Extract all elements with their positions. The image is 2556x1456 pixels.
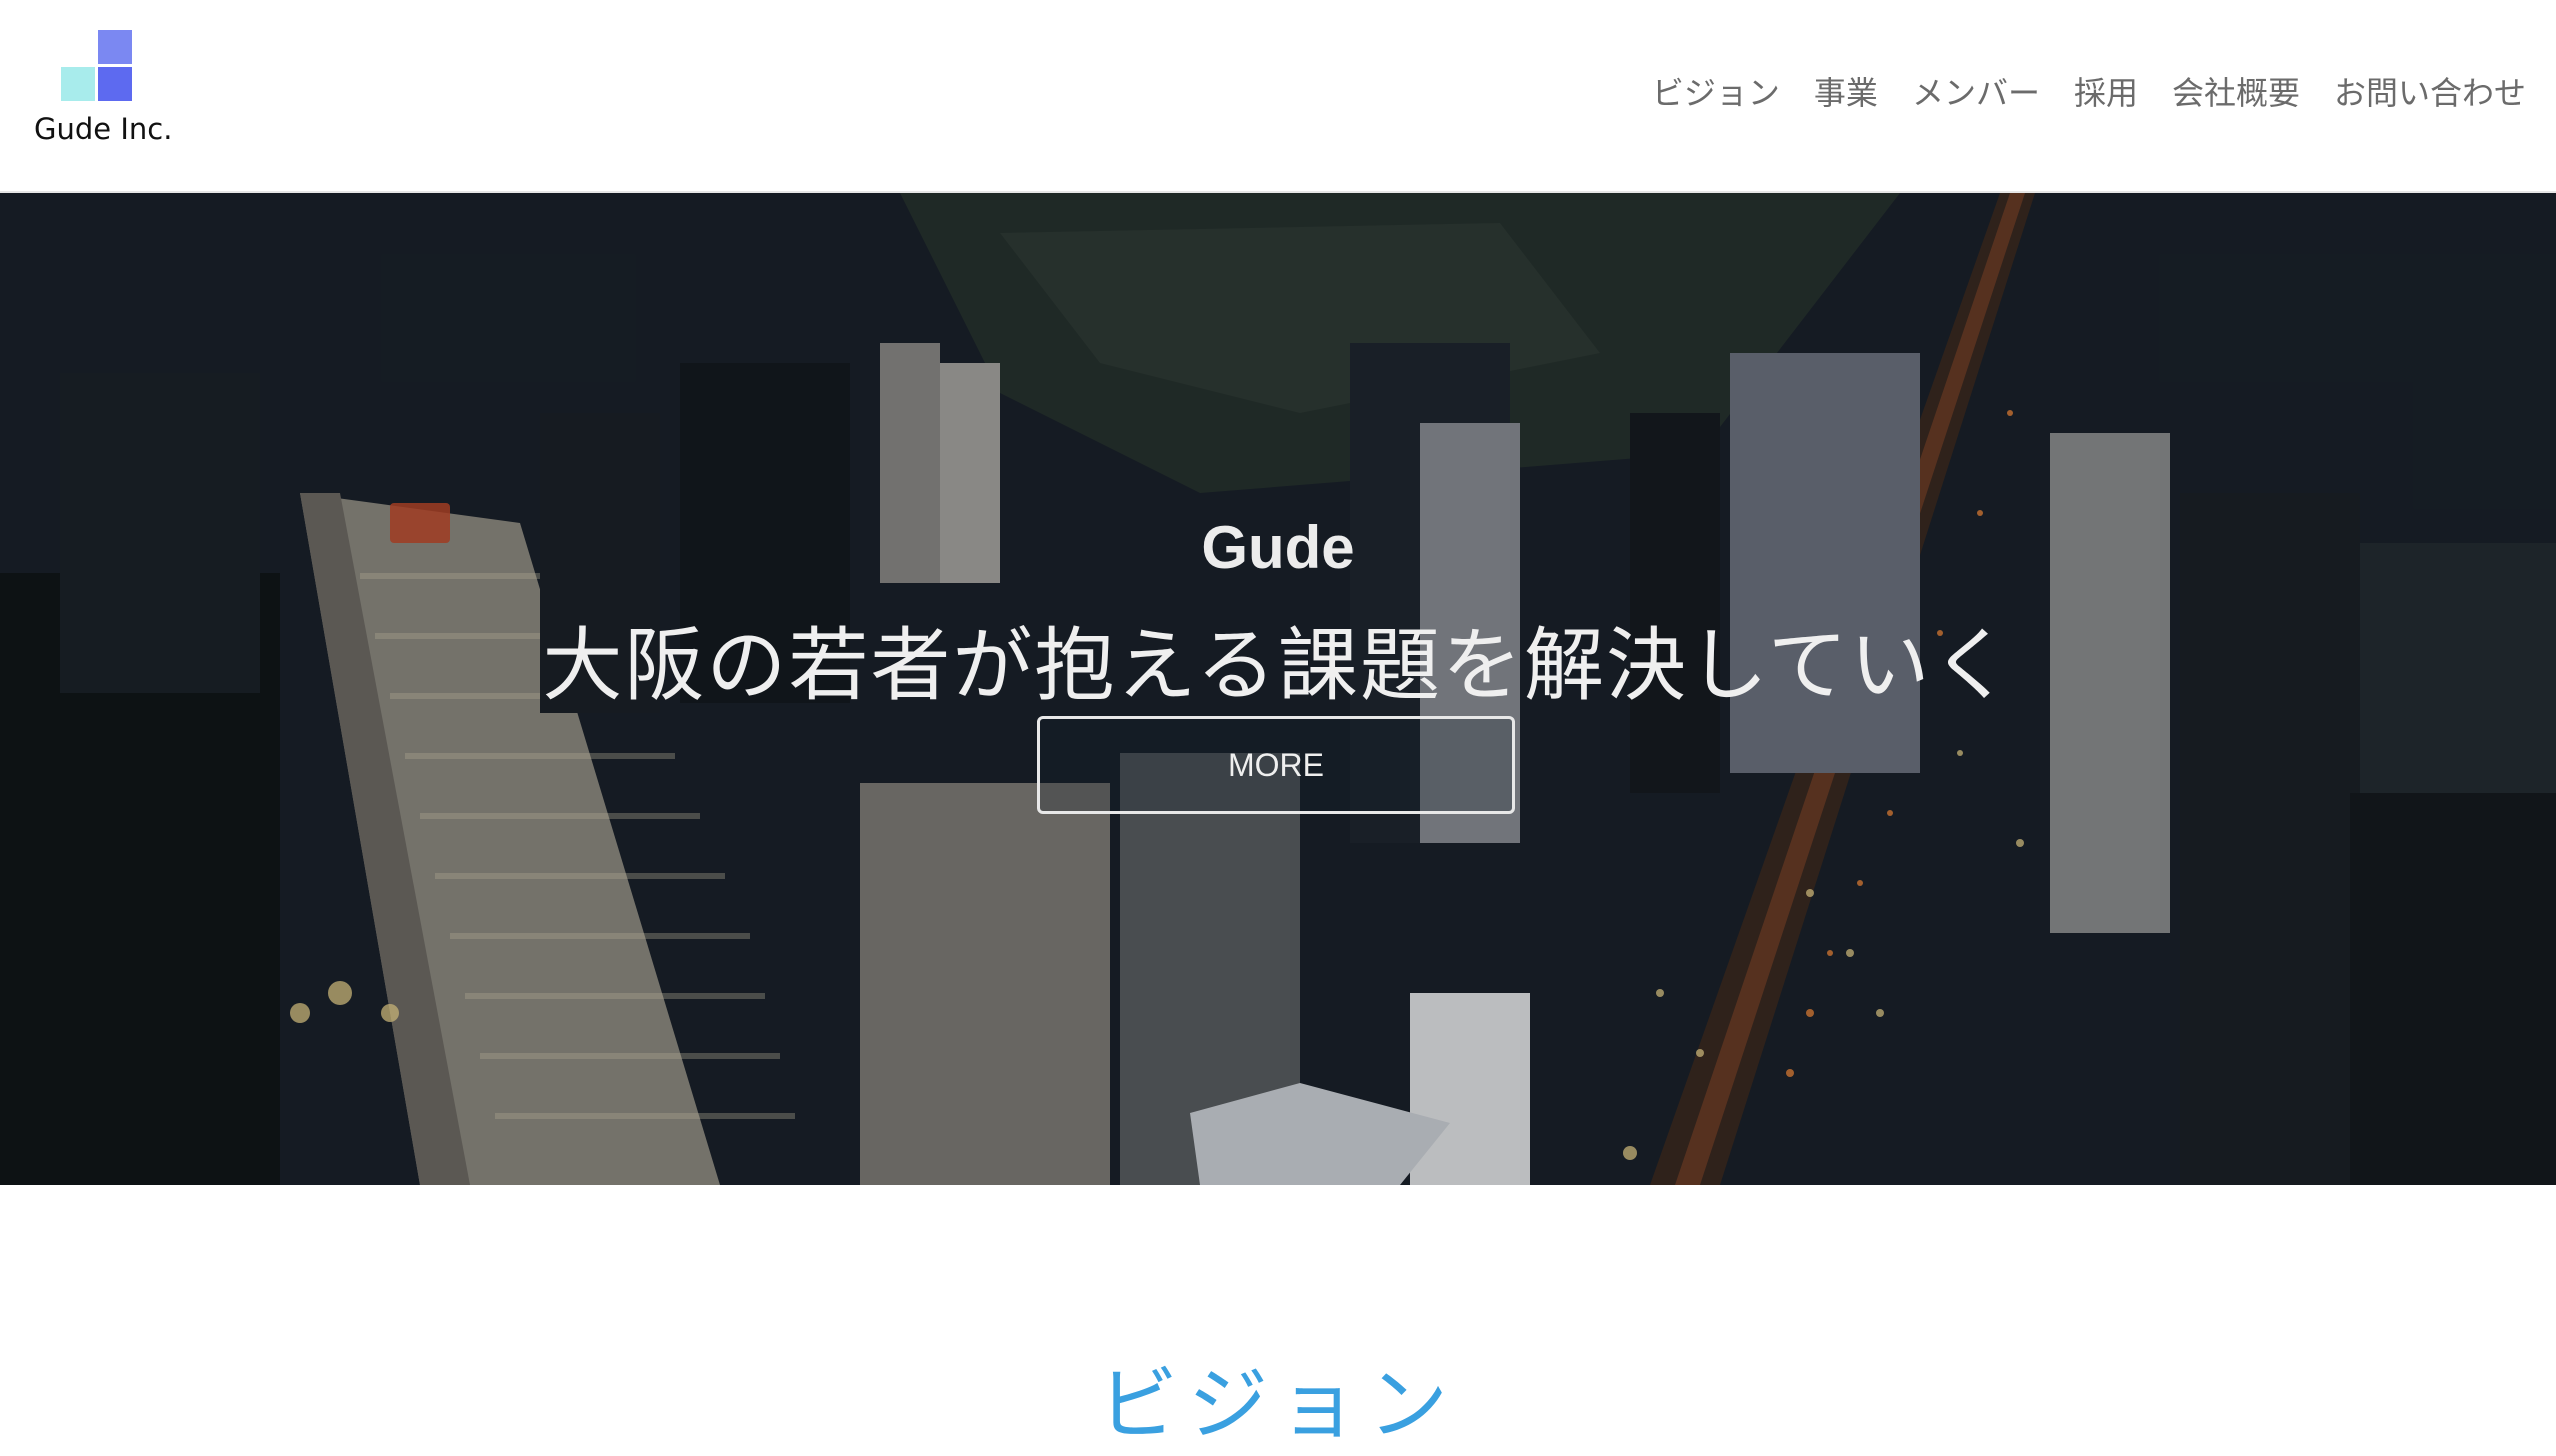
nav-item-vision[interactable]: ビジョン [1652,68,1780,114]
main-nav: ビジョン 事業 メンバー 採用 会社概要 お問い合わせ [1652,68,2526,114]
nav-item-members[interactable]: メンバー [1912,68,2040,114]
more-button[interactable]: MORE [1037,716,1515,814]
logo-icon [61,30,141,106]
logo-block-bottom-right [98,67,132,101]
vision-section-heading: ビジョン [1098,1358,1458,1451]
hero-title: Gude [1201,514,1355,581]
hero-section: Gude 大阪の若者が抱える課題を解決していく MORE [0,193,2556,1185]
nav-item-business[interactable]: 事業 [1814,68,1878,114]
hero-content: Gude 大阪の若者が抱える課題を解決していく MORE [0,193,2556,1185]
hero-tagline: 大阪の若者が抱える課題を解決していく [542,619,2014,712]
brand-logo-link[interactable]: Gude Inc. [34,30,204,150]
site-header: Gude Inc. ビジョン 事業 メンバー 採用 会社概要 お問い合わせ [0,0,2556,193]
nav-item-company[interactable]: 会社概要 [2172,68,2300,114]
logo-block-bottom-left [61,67,95,101]
brand-name: Gude Inc. [34,112,173,146]
nav-item-contact[interactable]: お問い合わせ [2334,68,2526,114]
nav-item-recruit[interactable]: 採用 [2074,68,2138,114]
logo-block-top [98,30,132,64]
